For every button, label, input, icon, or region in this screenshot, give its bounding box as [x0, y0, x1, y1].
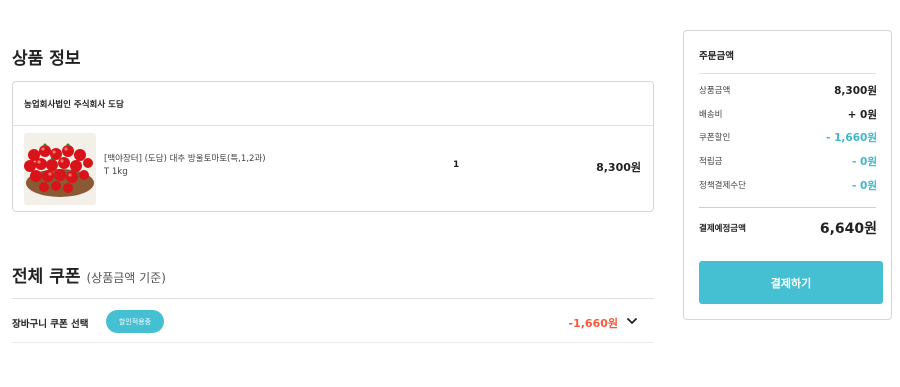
summary-total-divider — [699, 207, 876, 208]
tomato-image — [24, 133, 96, 205]
coupon-section-title: 전체 쿠폰 (상품금액 기준) — [12, 262, 166, 287]
summary-label: 배송비 — [699, 110, 723, 120]
summary-label: 정책결제수단 — [699, 181, 746, 191]
order-summary-panel: 주문금액 상품금액 8,300원 배송비 + 0원 쿠폰할인 - 1,660원 … — [683, 30, 892, 320]
product-box: 농업회사법인 주식회사 도담 [백야장터] (도담) 대추 방울토마토(특,1,… — [12, 81, 654, 212]
coupon-title: 전체 쿠폰 — [12, 267, 81, 287]
summary-value: + 0원 — [847, 109, 877, 121]
summary-label: 쿠폰할인 — [699, 133, 731, 143]
discount-applied-badge: 할인적용중 — [106, 310, 164, 333]
coupon-discount-amount: -1,660원 — [568, 317, 618, 330]
product-name-block[interactable]: [백야장터] (도담) 대추 방울토마토(특,1,2과) T 1kg — [104, 153, 304, 179]
product-info-title: 상품 정보 — [12, 49, 81, 69]
summary-line-coupon-discount: 쿠폰할인 - 1,660원 — [699, 130, 877, 144]
product-name: [백야장터] (도담) 대추 방울토마토(특,1,2과) — [104, 154, 266, 164]
summary-label: 적립금 — [699, 157, 723, 167]
coupon-row-label: 장바구니 쿠폰 선택 — [12, 319, 89, 330]
seller-name: 농업회사법인 주식회사 도담 — [13, 82, 653, 126]
pay-button[interactable]: 결제하기 — [699, 261, 883, 304]
summary-line-policy-payment: 정책결제수단 - 0원 — [699, 178, 877, 192]
summary-label: 상품금액 — [699, 86, 731, 96]
product-option: T 1kg — [104, 167, 128, 177]
product-price: 8,300원 — [596, 161, 641, 174]
summary-value: - 1,660원 — [826, 132, 877, 144]
summary-value: 8,300원 — [834, 85, 877, 97]
total-label: 결제예정금액 — [699, 224, 746, 234]
product-thumbnail[interactable] — [24, 133, 96, 205]
coupon-subtitle: (상품금액 기준) — [86, 271, 166, 285]
product-quantity: 1 — [453, 160, 460, 170]
summary-line-points: 적립금 - 0원 — [699, 154, 877, 168]
cart-coupon-selector[interactable]: 장바구니 쿠폰 선택 할인적용중 -1,660원 — [12, 298, 654, 343]
summary-value: - 0원 — [852, 180, 877, 192]
summary-line-product-amount: 상품금액 8,300원 — [699, 83, 877, 97]
summary-title: 주문금액 — [699, 51, 734, 62]
chevron-down-icon[interactable] — [626, 315, 638, 327]
summary-value: - 0원 — [852, 156, 877, 168]
summary-divider — [699, 73, 876, 74]
total-amount: 6,640원 — [819, 221, 877, 237]
summary-line-shipping: 배송비 + 0원 — [699, 107, 877, 121]
product-row: [백야장터] (도담) 대추 방울토마토(특,1,2과) T 1kg 1 8,3… — [13, 126, 653, 211]
